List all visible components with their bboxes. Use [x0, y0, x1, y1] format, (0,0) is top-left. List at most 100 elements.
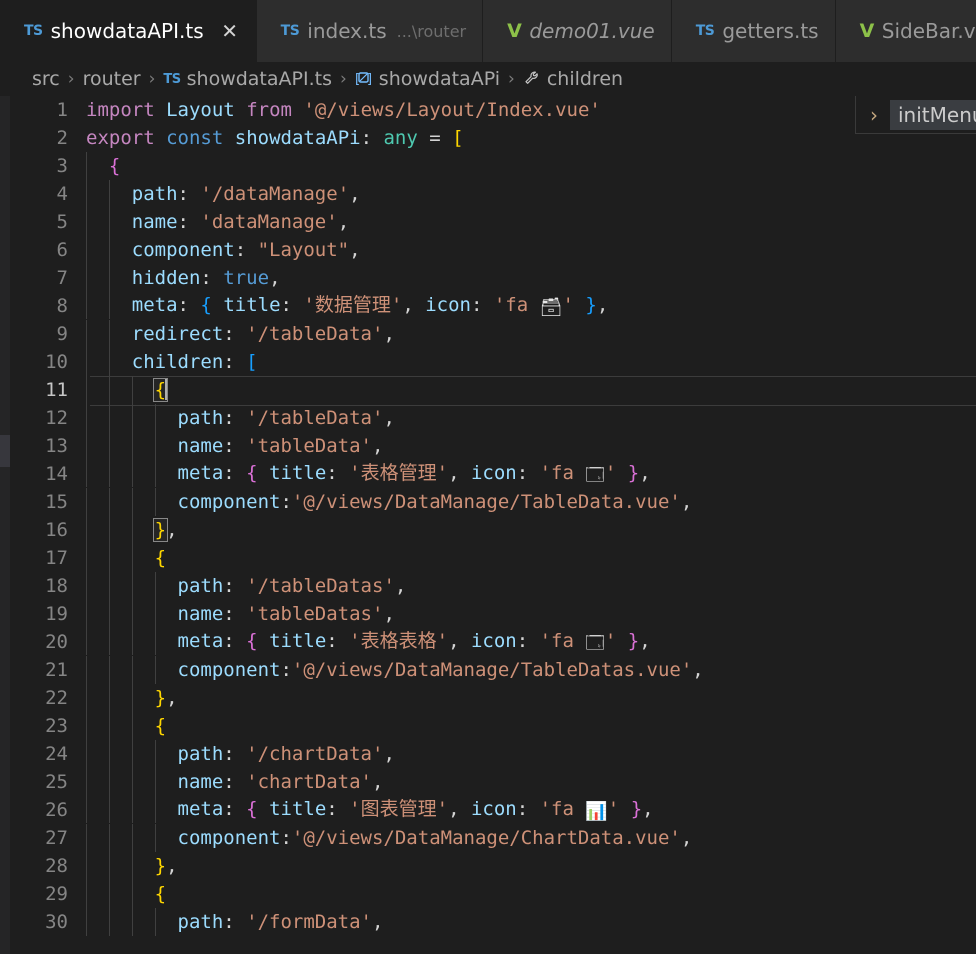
code-line[interactable]: 24 path: '/chartData',: [10, 740, 976, 768]
code-line[interactable]: 9 redirect: '/tableData',: [10, 320, 976, 348]
code-line-content[interactable]: component:'@/views/DataManage/TableData.…: [86, 488, 976, 516]
code-line[interactable]: 18 path: '/tableDatas',: [10, 572, 976, 600]
code-line-content[interactable]: component: "Layout",: [86, 236, 976, 264]
code-line-content[interactable]: {: [86, 376, 976, 404]
code-line-content[interactable]: name: 'tableData',: [86, 432, 976, 460]
code-line-content[interactable]: {: [86, 712, 976, 740]
code-lines[interactable]: 1 import Layout from '@/views/Layout/Inde…: [10, 96, 976, 936]
code-editor[interactable]: 1 import Layout from '@/views/Layout/Inde…: [10, 96, 976, 954]
code-line-content[interactable]: hidden: true,: [86, 264, 976, 292]
breadcrumb-label: router: [82, 68, 141, 90]
code-line[interactable]: 15 component:'@/views/DataManage/TableDa…: [10, 488, 976, 516]
indent-guide: [108, 880, 110, 908]
code-line[interactable]: 11 {: [10, 376, 976, 406]
code-line[interactable]: 29 {: [10, 880, 976, 908]
code-line[interactable]: 30 path: '/formData',: [10, 908, 976, 936]
breadcrumb[interactable]: src › router › TS showdataAPI.ts › [] showdataAP…: [0, 62, 976, 96]
code-line-content[interactable]: {: [86, 544, 976, 572]
editor-tab-getters-ts[interactable]: TS getters.ts: [671, 0, 836, 62]
code-token: ,: [680, 827, 693, 849]
code-token: true: [223, 267, 270, 289]
code-line-content[interactable]: path: '/dataManage',: [86, 180, 976, 208]
code-line-content[interactable]: name: 'tableDatas',: [86, 600, 976, 628]
code-line-content[interactable]: export const showdataAPi: any = [: [86, 124, 976, 152]
code-line[interactable]: 21 component:'@/views/DataManage/TableDa…: [10, 656, 976, 684]
code-line-content[interactable]: meta: { title: '图表管理', icon: 'fa 📊' },: [86, 794, 976, 826]
code-line[interactable]: 13 name: 'tableData',: [10, 432, 976, 460]
code-line-content[interactable]: meta: { title: '表格管理', icon: 'fa 🗔' },: [86, 458, 976, 490]
code-line[interactable]: 16 },: [10, 516, 976, 544]
code-line-content[interactable]: },: [86, 684, 976, 712]
code-line[interactable]: 22 },: [10, 684, 976, 712]
code-line[interactable]: 4 path: '/dataManage',: [10, 180, 976, 208]
editor-tab-demo01-vue[interactable]: Vdemo01.vue: [483, 0, 672, 62]
code-line-content[interactable]: path: '/chartData',: [86, 740, 976, 768]
code-line-content[interactable]: name: 'chartData',: [86, 768, 976, 796]
code-line[interactable]: 6 component: "Layout",: [10, 236, 976, 264]
close-icon[interactable]: ✕: [220, 21, 240, 41]
indent-guide: [108, 852, 110, 880]
indent-guide: [154, 740, 156, 768]
code-line-content[interactable]: },: [86, 516, 976, 544]
code-line-content[interactable]: {: [86, 880, 976, 908]
code-line[interactable]: 7 hidden: true,: [10, 264, 976, 292]
breadcrumb-item-showdataapi-ts[interactable]: TS showdataAPI.ts: [163, 68, 332, 90]
code-line[interactable]: 25 name: 'chartData',: [10, 768, 976, 796]
code-line-content[interactable]: component:'@/views/DataManage/ChartData.…: [86, 824, 976, 852]
code-token: }: [585, 293, 597, 316]
activity-bar-marker: [0, 435, 10, 467]
code-token: {: [154, 715, 167, 737]
code-line[interactable]: 27 component:'@/views/DataManage/ChartDa…: [10, 824, 976, 852]
sticky-scroll-widget[interactable]: › initMenu: [855, 96, 976, 134]
code-line[interactable]: 10 children: [: [10, 348, 976, 376]
code-line[interactable]: 14 meta: { title: '表格管理', icon: 'fa 🗔' }…: [10, 458, 976, 490]
code-token: 'fa: [539, 629, 586, 652]
code-line[interactable]: 12 path: '/tableData',: [10, 404, 976, 432]
code-token: :: [360, 127, 384, 149]
sticky-scroll-label[interactable]: initMenu: [890, 99, 976, 130]
code-line[interactable]: 19 name: 'tableDatas',: [10, 600, 976, 628]
code-token: }: [154, 855, 167, 877]
code-line-content[interactable]: meta: { title: '表格表格', icon: 'fa 🗔' },: [86, 626, 976, 658]
code-line[interactable]: 23 {: [10, 712, 976, 740]
breadcrumb-item-src[interactable]: src: [32, 68, 60, 90]
code-line-content[interactable]: import Layout from '@/views/Layout/Index…: [86, 96, 976, 124]
indent-guide: [86, 852, 87, 880]
code-line[interactable]: 17 {: [10, 544, 976, 572]
editor-tab-sidebar-vue[interactable]: V SideBar.vue: [835, 0, 976, 62]
code-line[interactable]: 26 meta: { title: '图表管理', icon: 'fa 📊' }…: [10, 794, 976, 826]
code-line-content[interactable]: path: '/formData',: [86, 908, 976, 936]
code-token: '表格表格': [349, 629, 449, 652]
code-line[interactable]: 8 meta: { title: '数据管理', icon: 'fa 🗃' },: [10, 290, 976, 322]
code-line[interactable]: 28 },: [10, 852, 976, 880]
code-line-content[interactable]: component:'@/views/DataManage/TableDatas…: [86, 656, 976, 684]
breadcrumb-item-showdataapi[interactable]: [] showdataAPi: [355, 68, 500, 90]
code-line-content[interactable]: redirect: '/tableData',: [86, 320, 976, 348]
editor-tab-bar[interactable]: TS showdataAPI.ts ✕ TS index.ts ...\router Vde…: [0, 0, 976, 62]
editor-tab-showdataapi-ts[interactable]: TS showdataAPI.ts ✕: [0, 0, 257, 62]
code-line-content[interactable]: children: [: [86, 348, 976, 376]
indent-guide: [108, 712, 110, 740]
breadcrumb-item-children[interactable]: children: [523, 68, 623, 90]
code-line-content[interactable]: meta: { title: '数据管理', icon: 'fa 🗃' },: [86, 290, 976, 322]
code-line-content[interactable]: {: [86, 152, 976, 180]
code-line[interactable]: 3 {: [10, 152, 976, 180]
code-line[interactable]: 5 name: 'dataManage',: [10, 208, 976, 236]
editor-tab-index-ts[interactable]: TS index.ts ...\router: [256, 0, 484, 62]
code-token: :: [223, 603, 247, 625]
breadcrumb-item-router[interactable]: router: [83, 68, 141, 90]
code-token: Layout: [166, 99, 235, 121]
code-line[interactable]: 20 meta: { title: '表格表格', icon: 'fa 🗔' }…: [10, 626, 976, 658]
code-line[interactable]: 1 import Layout from '@/views/Layout/Inde…: [10, 96, 976, 124]
code-token: ,: [680, 491, 693, 513]
code-line[interactable]: 2 export const showdataAPi: any = [: [10, 124, 976, 152]
code-line-content[interactable]: path: '/tableDatas',: [86, 572, 976, 600]
code-line-content[interactable]: name: 'dataManage',: [86, 208, 976, 236]
code-line-content[interactable]: },: [86, 852, 976, 880]
code-token: ,: [639, 629, 651, 652]
code-line-content[interactable]: path: '/tableData',: [86, 404, 976, 432]
line-number: 10: [45, 351, 68, 373]
breadcrumb-separator-icon: ›: [148, 69, 156, 89]
